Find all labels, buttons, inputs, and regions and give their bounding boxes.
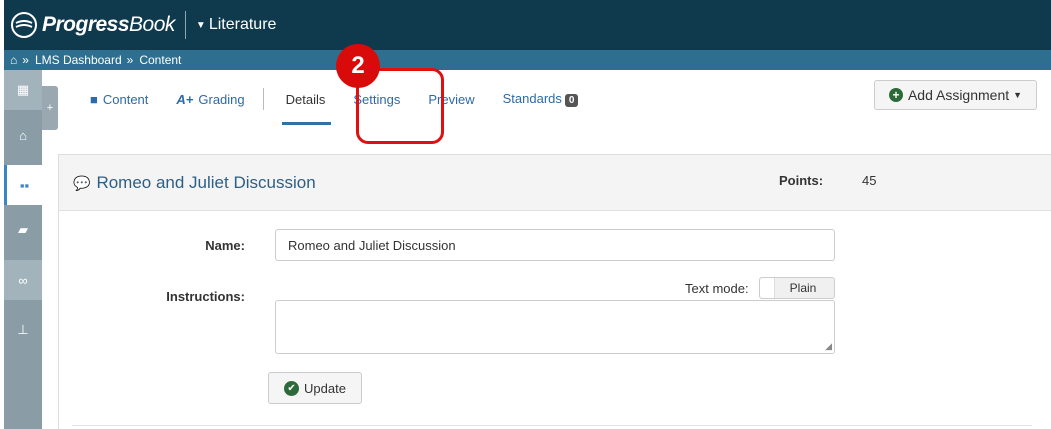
update-button[interactable]: ✔ Update (268, 372, 362, 404)
instructions-textarea[interactable]: ◢ (275, 300, 835, 354)
breadcrumb-item-content: Content (139, 53, 182, 67)
tab-divider (262, 88, 264, 110)
assignment-tabs: ■ Content A+ Grading Details Settings Prev… (90, 88, 606, 125)
breadcrumb-separator: » (126, 53, 134, 67)
tab-content[interactable]: ■ Content (90, 92, 148, 107)
top-navbar: ProgressBook ▼ Literature (4, 0, 1051, 50)
instructions-label: Instructions: (166, 289, 245, 304)
check-circle-icon: ✔ (284, 380, 300, 396)
breadcrumb: ⌂ » LMS Dashboard » Content (4, 50, 1051, 70)
callout-step-badge: 2 (336, 44, 380, 88)
divider (72, 425, 1032, 426)
tab-standards[interactable]: Standards 0 (503, 91, 579, 107)
folder-icon: ■ (90, 91, 98, 107)
calendar-icon[interactable]: ▦ (4, 70, 42, 110)
assignment-title: 💬 Romeo and Juliet Discussion (73, 173, 316, 192)
breadcrumb-item-lms-dashboard[interactable]: LMS Dashboard (35, 53, 122, 67)
grade-a-plus-icon: A+ (176, 91, 194, 107)
points-label: Points: (779, 173, 824, 188)
home-icon[interactable]: ⌂ (10, 53, 17, 67)
course-name: Literature (208, 16, 277, 33)
progressbook-logo-icon (11, 12, 37, 38)
breadcrumb-separator: » (22, 53, 29, 67)
caret-down-icon: ▼ (195, 19, 206, 31)
caret-down-icon: ▼ (1013, 90, 1023, 100)
name-label: Name: (205, 238, 245, 253)
assignment-header: 💬 Romeo and Juliet Discussion Points: 45 (59, 155, 1051, 211)
header-divider (184, 11, 186, 39)
link-icon[interactable]: ∞ (4, 260, 42, 300)
sidebar-expand-toggle[interactable]: + (42, 86, 58, 130)
text-mode-toggle[interactable]: Plain (759, 277, 835, 299)
points-value: 45 (862, 173, 877, 188)
comments-icon: 💬 (73, 174, 91, 191)
dashboard-grid-icon[interactable]: ▪▪ (4, 165, 42, 205)
text-mode-label: Text mode: (685, 281, 749, 296)
tab-details[interactable]: Details (281, 92, 332, 125)
resize-handle-icon[interactable]: ◢ (825, 341, 832, 352)
home-icon[interactable]: ⌂ (4, 115, 42, 155)
name-field[interactable]: Romeo and Juliet Discussion (275, 229, 835, 261)
standards-count-badge: 0 (564, 93, 579, 107)
plus-circle-icon: + (888, 88, 903, 102)
sitemap-icon[interactable]: ⊥ (4, 310, 42, 350)
tab-grading[interactable]: A+ Grading (176, 92, 244, 107)
logo-text: ProgressBook (42, 13, 175, 36)
progressbook-logo[interactable]: ProgressBook (10, 11, 175, 39)
plus-icon: + (46, 102, 54, 114)
course-selector[interactable]: ▼ Literature (196, 16, 277, 34)
book-icon[interactable]: ▰ (4, 210, 42, 250)
add-assignment-button[interactable]: + Add Assignment ▼ (874, 80, 1037, 110)
left-sidebar: ▦ ⌂ ▪▪ ▰ ∞ ⊥ (4, 70, 42, 429)
